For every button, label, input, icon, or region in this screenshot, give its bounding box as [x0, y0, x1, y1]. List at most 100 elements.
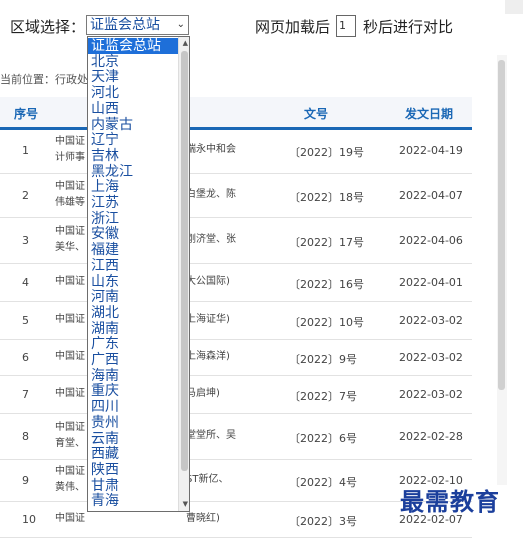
row-unit-line: 中国证: [55, 314, 85, 325]
row-doc-number: 〔2022〕16号: [289, 278, 364, 291]
dropdown-option[interactable]: 青海: [88, 493, 181, 509]
row-unit-line: 育堂、: [55, 438, 85, 449]
row-unit: 中国证: [55, 312, 85, 328]
row-date: 2022-04-01: [399, 276, 463, 289]
dropdown-option[interactable]: 云南: [88, 431, 181, 447]
top-scrollbar[interactable]: [505, 0, 523, 14]
dropdown-option[interactable]: 内蒙古: [88, 117, 181, 133]
row-date: 2022-03-02: [399, 388, 463, 401]
row-number: 1: [22, 144, 29, 157]
dropdown-option[interactable]: 山西: [88, 101, 181, 117]
row-unit-line: 中国证: [55, 136, 85, 147]
row-title: 大公国际): [186, 274, 230, 290]
dropdown-option[interactable]: 安徽: [88, 226, 181, 242]
dropdown-option[interactable]: 河南: [88, 289, 181, 305]
row-unit-line: 中国证: [55, 181, 85, 192]
row-title-line: 瑞永中和会: [186, 144, 236, 155]
dropdown-option[interactable]: 吉林: [88, 148, 181, 164]
dropdown-option[interactable]: 证监会总站: [88, 38, 181, 54]
row-title: 堂堂所、吴: [186, 428, 236, 444]
column-header-docno: 文号: [304, 107, 329, 121]
row-title: 瑞永中和会: [186, 142, 236, 158]
table-row[interactable]: 5 中国证 上海证华) 〔2022〕10号 2022-03-02: [0, 301, 472, 340]
region-select-value: 证监会总站: [90, 17, 160, 33]
dropdown-option[interactable]: 江西: [88, 258, 181, 274]
row-date: 2022-03-02: [399, 314, 463, 327]
seconds-input[interactable]: 1: [336, 15, 356, 37]
dropdown-option[interactable]: 海南: [88, 368, 181, 384]
row-title: ST新亿、: [186, 472, 228, 488]
row-unit: 中国证: [55, 511, 85, 527]
row-title: 白堡龙、陈: [186, 187, 236, 203]
row-unit-line: 伟雄等: [55, 197, 85, 208]
dropdown-option[interactable]: 湖北: [88, 305, 181, 321]
row-title-line: 上海证华): [186, 314, 230, 325]
dropdown-option[interactable]: 西藏: [88, 446, 181, 462]
row-number: 4: [22, 276, 29, 289]
row-unit-line: 中国证: [55, 466, 85, 477]
row-number: 6: [22, 351, 29, 364]
row-unit: 中国证 美华、: [55, 224, 85, 256]
column-header-no: 序号: [14, 107, 39, 121]
scroll-down-arrow-icon[interactable]: ▼: [183, 500, 188, 508]
table-row[interactable]: 6 中国证 上海森洋) 〔2022〕9号 2022-03-02: [0, 339, 472, 376]
row-unit-line: 中国证: [55, 351, 85, 362]
row-number: 2: [22, 189, 29, 202]
page-scrollbar[interactable]: [497, 55, 507, 485]
table-row[interactable]: 4 中国证 大公国际) 〔2022〕16号 2022-04-01: [0, 263, 472, 302]
scroll-up-arrow-icon[interactable]: ▲: [183, 39, 188, 47]
row-title-line: 上海森洋): [186, 351, 230, 362]
row-date: 2022-02-28: [399, 430, 463, 443]
dropdown-option[interactable]: 福建: [88, 242, 181, 258]
row-unit-line: 中国证: [55, 422, 85, 433]
dropdown-option[interactable]: 天津: [88, 69, 181, 85]
dropdown-option[interactable]: 贵州: [88, 415, 181, 431]
chevron-down-icon[interactable]: ⌄: [177, 16, 185, 34]
table-row[interactable]: 8 中国证育堂、 堂堂所、吴 〔2022〕6号 2022-02-28: [0, 413, 472, 460]
row-number: 3: [22, 234, 29, 247]
table-row[interactable]: 2 中国证伟雄等 白堡龙、陈 〔2022〕18号 2022-04-07: [0, 173, 472, 218]
row-doc-number: 〔2022〕6号: [289, 432, 357, 445]
region-dropdown-list[interactable]: 证监会总站 北京 天津 河北 山西 内蒙古 辽宁 吉林 黑龙江 上海 江苏 浙江 安徽 福建 江西 山东 河南湖…: [87, 36, 190, 512]
dropdown-option[interactable]: 四川: [88, 399, 181, 415]
row-title-line: 曹晓红): [186, 513, 220, 524]
dropdown-scrollbar[interactable]: ▲ ▼: [178, 37, 189, 511]
page-scrollbar-thumb[interactable]: [498, 60, 505, 390]
dropdown-option[interactable]: 江苏: [88, 195, 181, 211]
dropdown-option[interactable]: 黑龙江: [88, 164, 181, 180]
region-label: 区域选择：: [10, 18, 86, 36]
row-unit-line: 中国证: [55, 276, 85, 287]
row-unit-line: 中国证: [55, 388, 85, 399]
dropdown-option[interactable]: 甘肃: [88, 478, 181, 494]
dropdown-scrollbar-thumb[interactable]: [181, 51, 188, 471]
row-number: 10: [22, 513, 36, 526]
dropdown-option[interactable]: 广东: [88, 336, 181, 352]
row-date: 2022-03-02: [399, 351, 463, 364]
table-row[interactable]: 3 中国证 美华、 刚济堂、张 〔2022〕17号 2022-04-06: [0, 217, 472, 264]
region-select[interactable]: 证监会总站 ⌄: [86, 15, 189, 35]
row-unit: 中国证 育堂、: [55, 420, 85, 452]
row-number: 8: [22, 430, 29, 443]
table-row[interactable]: 1 中国证 计师事 瑞永中和会 〔2022〕19号 2022-04-19: [0, 127, 472, 174]
row-date: 2022-04-07: [399, 189, 463, 202]
dropdown-option[interactable]: 北京: [88, 54, 181, 70]
dropdown-option[interactable]: 浙江: [88, 211, 181, 227]
dropdown-option[interactable]: 河北: [88, 85, 181, 101]
dropdown-option[interactable]: 广西: [88, 352, 181, 368]
dropdown-option[interactable]: 陕西: [88, 462, 181, 478]
row-unit-line: 美华、: [55, 242, 85, 253]
dropdown-option[interactable]: 上海: [88, 179, 181, 195]
row-number: 9: [22, 474, 29, 487]
main-content: 当前位置：行政处 序号 文号 发文日期 1 中国证 计师事 瑞永中和会 〔2022〕19…: [0, 55, 500, 538]
row-unit-line: 黄伟、: [55, 482, 85, 493]
row-doc-number: 〔2022〕10号: [289, 316, 364, 329]
row-title-line: 大公国际): [186, 276, 230, 287]
row-title-line: 堂堂所、吴: [186, 430, 236, 441]
dropdown-option[interactable]: 湖南: [88, 321, 181, 337]
row-doc-number: 〔2022〕18号: [289, 191, 364, 204]
dropdown-option[interactable]: 辽宁: [88, 132, 181, 148]
dropdown-option[interactable]: 山东: [88, 274, 181, 290]
table-row[interactable]: 7 中国证 马启坤) 〔2022〕7号 2022-03-02: [0, 375, 472, 414]
dropdown-option[interactable]: 重庆: [88, 383, 181, 399]
row-title-line: ST新亿、: [186, 474, 229, 485]
